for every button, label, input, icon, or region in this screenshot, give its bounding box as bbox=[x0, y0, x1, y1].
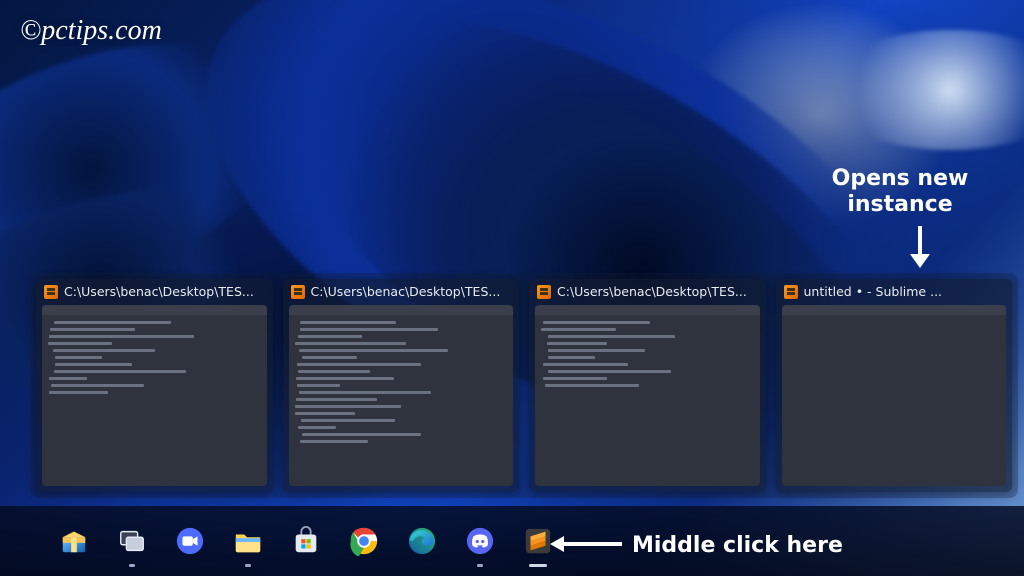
microsoft-store-icon[interactable] bbox=[288, 523, 324, 559]
annotation-middle-click-here: Middle click here bbox=[632, 533, 843, 558]
watermark: ©pctips.com bbox=[20, 15, 162, 47]
taskbar-hover-previews: C:\Users\benac\Desktop\TES... C:\Users\be… bbox=[30, 273, 1018, 498]
thumbnail-content bbox=[535, 305, 760, 486]
thumbnail-content bbox=[289, 305, 514, 486]
sublime-text-mini-icon bbox=[44, 285, 58, 299]
window-preview-thumbnail[interactable]: C:\Users\benac\Desktop\TES... bbox=[283, 279, 520, 492]
sublime-text-mini-icon bbox=[291, 285, 305, 299]
thumbnail-content bbox=[42, 305, 267, 486]
thumbnail-header: C:\Users\benac\Desktop\TES... bbox=[36, 279, 273, 305]
sublime-text-mini-icon bbox=[537, 285, 551, 299]
file-explorer-icon[interactable] bbox=[230, 523, 266, 559]
thumbnail-title: C:\Users\benac\Desktop\TES... bbox=[311, 284, 501, 299]
thumbnail-title: C:\Users\benac\Desktop\TES... bbox=[64, 284, 254, 299]
wallpaper-swirl-part bbox=[820, 30, 1024, 150]
meet-icon[interactable] bbox=[172, 523, 208, 559]
arrow-left-icon bbox=[562, 542, 622, 546]
desktop: ©pctips.com Opens new instance C:\Users\… bbox=[0, 0, 1024, 576]
package-icon[interactable] bbox=[56, 523, 92, 559]
chrome-icon[interactable] bbox=[346, 523, 382, 559]
sublime-text-mini-icon bbox=[784, 285, 798, 299]
running-indicator bbox=[245, 564, 251, 567]
running-indicator bbox=[477, 564, 483, 567]
edge-icon[interactable] bbox=[404, 523, 440, 559]
thumbnail-title: untitled • - Sublime ... bbox=[804, 284, 943, 299]
running-indicator bbox=[129, 564, 135, 567]
annotation-opens-new-instance: Opens new instance bbox=[820, 166, 980, 219]
task-view-icon[interactable] bbox=[114, 523, 150, 559]
window-preview-thumbnail[interactable]: untitled • - Sublime ... bbox=[776, 279, 1013, 492]
running-indicator bbox=[529, 564, 547, 567]
thumbnail-header: untitled • - Sublime ... bbox=[776, 279, 1013, 305]
discord-icon[interactable] bbox=[462, 523, 498, 559]
thumbnail-content bbox=[782, 305, 1007, 486]
thumbnail-title: C:\Users\benac\Desktop\TES... bbox=[557, 284, 747, 299]
thumbnail-header: C:\Users\benac\Desktop\TES... bbox=[283, 279, 520, 305]
thumbnail-header: C:\Users\benac\Desktop\TES... bbox=[529, 279, 766, 305]
window-preview-thumbnail[interactable]: C:\Users\benac\Desktop\TES... bbox=[529, 279, 766, 492]
window-preview-thumbnail[interactable]: C:\Users\benac\Desktop\TES... bbox=[36, 279, 273, 492]
taskbar bbox=[0, 506, 1024, 576]
